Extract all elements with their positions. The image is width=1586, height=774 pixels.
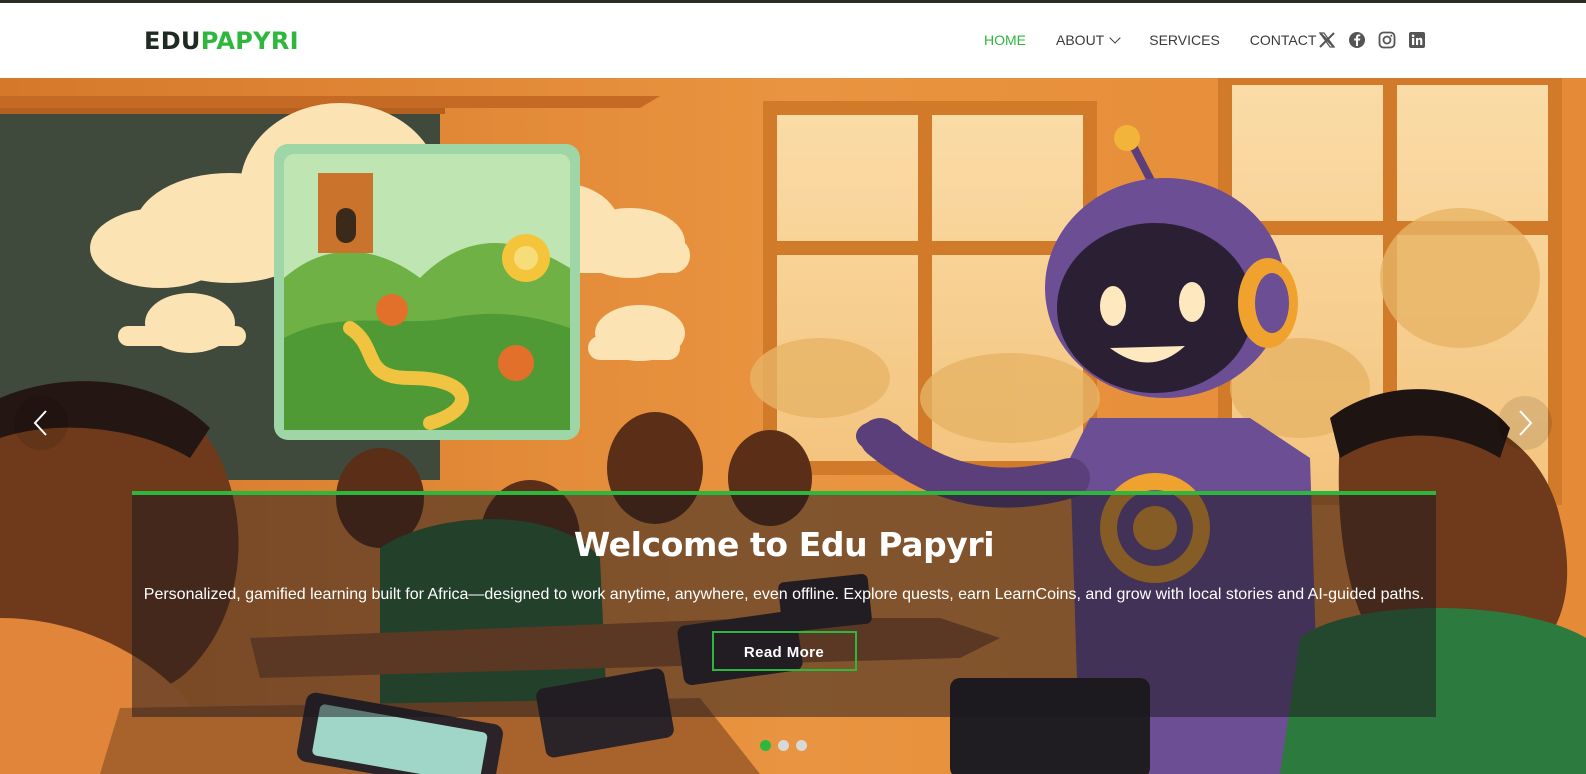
nav-services-label: SERVICES [1149,32,1220,48]
carousel-prev-button[interactable] [14,396,68,450]
chevron-right-icon [1519,410,1533,436]
nav-home[interactable]: HOME [984,32,1026,48]
facebook-icon[interactable] [1348,31,1366,49]
linkedin-icon[interactable] [1408,31,1426,49]
chevron-down-icon [1109,31,1121,44]
carousel-dot-1[interactable] [760,740,771,751]
hero-title: Welcome to Edu Papyri [573,525,995,564]
x-icon[interactable] [1318,31,1336,49]
carousel-next-button[interactable] [1498,396,1552,450]
carousel-dot-2[interactable] [778,740,789,751]
instagram-icon[interactable] [1378,31,1396,49]
hero-caption: Welcome to Edu Papyri Personalized, gami… [132,491,1436,717]
nav-about[interactable]: ABOUT [1056,31,1121,48]
nav-about-label: ABOUT [1056,32,1105,48]
nav-contact[interactable]: CONTACT [1250,32,1317,48]
carousel-dot-3[interactable] [796,740,807,751]
chevron-left-icon [33,410,47,436]
main-nav: HOME ABOUT SERVICES CONTACT [984,31,1346,48]
logo-part-edu: EDU [144,27,201,55]
logo-part-papyri: PAPYRI [200,27,299,55]
hero-carousel: Welcome to Edu Papyri Personalized, gami… [0,78,1586,774]
carousel-indicators [760,740,814,751]
nav-home-label: HOME [984,32,1026,48]
site-logo[interactable]: EDUPAPYRI [144,27,299,55]
social-links [1318,31,1438,49]
site-header: EDUPAPYRI HOME ABOUT SERVICES CONTACT [0,3,1586,78]
hero-description: Personalized, gamified learning built fo… [143,586,1425,603]
read-more-button[interactable]: Read More [711,631,857,671]
nav-services[interactable]: SERVICES [1149,32,1220,48]
nav-contact-label: CONTACT [1249,32,1317,48]
